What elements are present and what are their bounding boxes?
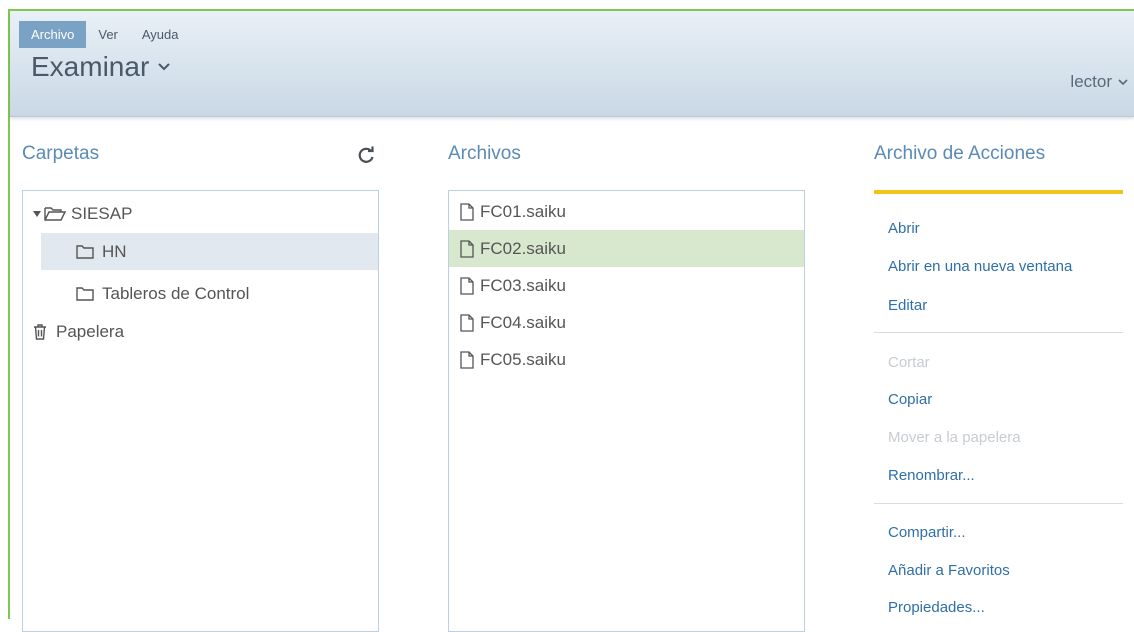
folder-icon [76,286,94,301]
action-renombrar[interactable]: Renombrar... [888,467,975,484]
action-propiedades[interactable]: Propiedades... [888,599,985,616]
file-name: FC04.saiku [480,312,566,332]
file-icon [460,239,474,258]
header-bar: Archivo Ver Ayuda Examinar lector [10,11,1134,117]
action-copiar[interactable]: Copiar [888,391,932,408]
tree-item-papelera[interactable]: Papelera [23,313,378,350]
file-icon [460,276,474,295]
tree-item-hn[interactable]: HN [41,233,378,270]
trash-icon [34,323,46,340]
folder-icon [76,244,94,259]
action-compartir[interactable]: Compartir... [888,524,966,541]
tree-item-label: SIESAP [71,203,133,223]
action-cortar[interactable]: Cortar [888,354,930,371]
folders-title: Carpetas [22,143,100,164]
folder-tree: SIESAP HN Tableros de Control Papelera [22,190,379,632]
tree-item-tableros-de-control[interactable]: Tableros de Control [23,275,378,312]
user-name: lector [1070,72,1112,91]
file-name: FC05.saiku [480,349,566,369]
actions-divider [874,332,1123,333]
file-name: FC02.saiku [480,238,566,258]
action-anadir-favoritos[interactable]: Añadir a Favoritos [888,562,1010,579]
file-icon [460,202,474,221]
folder-open-icon [44,206,66,221]
action-abrir-nueva-ventana[interactable]: Abrir en una nueva ventana [888,258,1072,275]
tree-item-label: Tableros de Control [102,283,250,303]
action-editar[interactable]: Editar [888,297,927,314]
action-abrir[interactable]: Abrir [888,220,920,237]
chevron-down-icon [158,63,170,71]
file-item-fc04[interactable]: FC04.saiku [449,304,804,341]
files-title: Archivos [448,143,521,164]
file-icon [460,313,474,332]
actions-divider [874,503,1123,504]
file-item-fc05[interactable]: FC05.saiku [449,341,804,378]
file-name: FC03.saiku [480,275,566,295]
menu-archivo[interactable]: Archivo [19,21,87,48]
tree-item-label: HN [102,241,127,261]
file-icon [460,350,474,369]
app-window: Archivo Ver Ayuda Examinar lector Carpet… [0,0,1134,632]
action-mover-papelera[interactable]: Mover a la papelera [888,429,1021,446]
file-item-fc03[interactable]: FC03.saiku [449,267,804,304]
menu-ver[interactable]: Ver [86,21,130,48]
file-list: FC01.saiku FC02.saiku FC03.saiku FC04.sa… [448,190,805,632]
refresh-icon[interactable] [356,145,376,165]
file-name: FC01.saiku [480,201,566,221]
perspective-switcher[interactable]: Examinar [31,51,171,83]
actions-title: Archivo de Acciones [874,143,1046,164]
menu-bar: Archivo Ver Ayuda [19,21,191,48]
menu-ayuda[interactable]: Ayuda [130,21,191,48]
file-item-fc01[interactable]: FC01.saiku [449,193,804,230]
tree-item-label: Papelera [56,321,125,341]
actions-title-underline [874,190,1123,194]
chevron-down-icon [1118,79,1128,86]
perspective-label: Examinar [31,51,150,82]
user-menu[interactable]: lector [1070,72,1128,92]
tree-item-siesap[interactable]: SIESAP [23,195,378,232]
file-item-fc02[interactable]: FC02.saiku [449,230,804,267]
caret-down-icon[interactable] [33,210,41,218]
